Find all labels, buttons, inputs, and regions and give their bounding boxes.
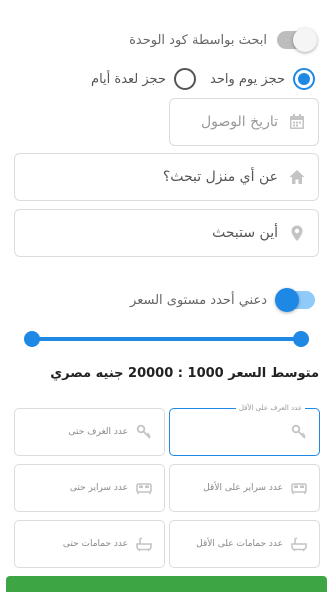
one-day-label[interactable]: حجز يوم واحد — [210, 72, 285, 87]
baths-min-field[interactable]: عدد حمامات على الأقل — [169, 520, 320, 568]
switch-knob — [275, 288, 299, 312]
switch-knob — [293, 28, 317, 52]
key-icon — [136, 424, 151, 439]
multi-day-label[interactable]: حجز لعدة أيام — [91, 72, 166, 87]
house-type-field[interactable]: عن أي منزل تبحث؟ — [14, 153, 319, 201]
rooms-min-float-label: عدد الغرف على الأقل — [235, 404, 305, 412]
beds-min-placeholder: عدد سراير على الأقل — [203, 483, 283, 493]
arrival-date-placeholder: تاريخ الوصول — [201, 114, 278, 130]
slider-max-thumb[interactable] — [293, 331, 309, 347]
location-field[interactable]: أين ستبحث — [14, 209, 319, 257]
baths-max-field[interactable]: عدد حمامات حتى — [14, 520, 165, 568]
price-switch[interactable] — [275, 288, 315, 312]
beds-max-placeholder: عدد سراير حتى — [69, 483, 128, 493]
home-icon — [289, 170, 305, 184]
price-toggle-label: دعني أحدد مستوى السعر — [130, 292, 267, 308]
unit-code-switch[interactable] — [277, 28, 317, 52]
baths-max-placeholder: عدد حمامات حتى — [62, 539, 128, 549]
price-toggle-row: دعني أحدد مستوى السعر — [18, 288, 315, 312]
bath-icon — [136, 537, 152, 552]
bed-icon — [291, 483, 307, 494]
average-price-text: متوسط السعر 1000 : 20000 جنيه مصري — [50, 366, 319, 381]
location-label: أين ستبحث — [212, 225, 278, 241]
booking-type-group: حجز يوم واحد حجز لعدة أيام — [18, 66, 315, 92]
house-type-label: عن أي منزل تبحث؟ — [162, 169, 278, 185]
rooms-min-field[interactable]: عدد الغرف على الأقل — [169, 404, 320, 456]
unit-code-label: ابحث بواسطة كود الوحدة — [129, 32, 267, 48]
bath-icon — [291, 537, 307, 552]
unit-code-toggle-row: ابحث بواسطة كود الوحدة — [18, 28, 317, 52]
calendar-icon — [290, 114, 304, 129]
beds-max-field[interactable]: عدد سراير حتى — [14, 464, 165, 512]
rooms-max-field[interactable]: عدد الغرف حتى — [14, 408, 165, 456]
one-day-radio[interactable] — [293, 68, 315, 90]
price-range-slider[interactable] — [24, 331, 309, 347]
map-pin-icon — [291, 225, 303, 241]
arrival-date-field[interactable]: تاريخ الوصول — [169, 98, 319, 146]
key-icon — [291, 424, 306, 439]
slider-min-thumb[interactable] — [24, 331, 40, 347]
baths-min-placeholder: عدد حمامات على الأقل — [196, 539, 283, 549]
bed-icon — [136, 483, 152, 494]
beds-min-field[interactable]: عدد سراير على الأقل — [169, 464, 320, 512]
slider-track — [32, 337, 301, 341]
multi-day-radio[interactable] — [174, 68, 196, 90]
search-button[interactable] — [6, 576, 327, 592]
rooms-max-placeholder: عدد الغرف حتى — [68, 427, 128, 437]
